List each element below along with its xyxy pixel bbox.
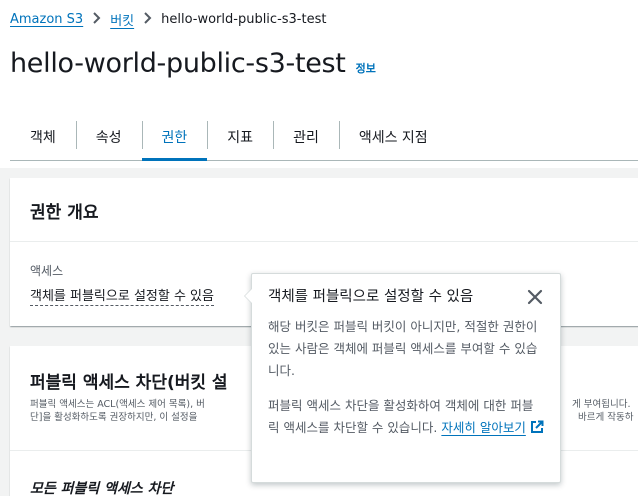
tab-management[interactable]: 관리 [273,113,339,160]
tab-objects[interactable]: 객체 [10,113,76,160]
breadcrumb: Amazon S3 버킷 hello-world-public-s3-test [10,10,326,29]
block-public-access-title: 퍼블릭 액세스 차단(버킷 설 [30,373,228,393]
description-line-1-end: 게 부여됩니다. [572,399,631,410]
learn-more-label: 자세히 알아보기 [441,420,526,435]
popover-paragraph-2: 퍼블릭 액세스 차단을 활성화하여 객체에 대한 퍼블릭 액세스를 차단할 수 … [268,395,544,441]
popover-title: 객체를 퍼블릭으로 설정할 수 있음 [268,289,474,305]
page-title: hello-world-public-s3-test [10,48,346,79]
breadcrumb-current: hello-world-public-s3-test [161,12,327,27]
popover-paragraph-1: 해당 버킷은 퍼블릭 버킷이 아니지만, 적절한 권한이 있는 사람은 객체에 … [268,319,538,378]
tab-properties[interactable]: 속성 [75,113,142,160]
tab-metrics[interactable]: 지표 [207,113,273,160]
description-line-2: 단]을 활성화하도록 권장하지만, 이 설정을 [30,412,198,423]
title-row: hello-world-public-s3-test 정보 [10,48,376,79]
permissions-overview-title: 권한 개요 [10,178,638,242]
page-header-area: Amazon S3 버킷 hello-world-public-s3-test … [0,0,638,168]
breadcrumb-buckets[interactable]: 버킷 [110,10,134,29]
tab-bar: 객체 속성 권한 지표 관리 액세스 지점 [10,113,638,161]
access-popover: 객체를 퍼블릭으로 설정할 수 있음 해당 버킷은 퍼블릭 버킷이 아니지만, … [244,273,561,483]
external-link-icon [530,419,544,441]
chevron-right-icon [92,12,101,27]
popover-body: 해당 버킷은 퍼블릭 버킷이 아니지만, 적절한 권한이 있는 사람은 객체에 … [268,316,544,441]
tab-permissions[interactable]: 권한 [141,113,208,161]
info-link[interactable]: 정보 [356,60,376,76]
breadcrumb-amazon-s3[interactable]: Amazon S3 [10,12,83,27]
access-label: 액세스 [30,264,64,278]
description-line-1: 퍼블릭 액세스는 ACL(액세스 제어 목록), 버 [30,399,205,410]
access-value-popover-trigger[interactable]: 객체를 퍼블릭으로 설정할 수 있음 [30,285,214,306]
block-all-public-access-label: 모든 퍼블릭 액세스 차단 [30,481,174,496]
description-line-2-end: 바르게 작동하 [578,412,634,423]
chevron-right-icon [143,12,152,27]
tab-access-points[interactable]: 액세스 지점 [338,113,448,160]
close-icon[interactable] [526,288,544,306]
learn-more-link[interactable]: 자세히 알아보기 [441,420,544,435]
